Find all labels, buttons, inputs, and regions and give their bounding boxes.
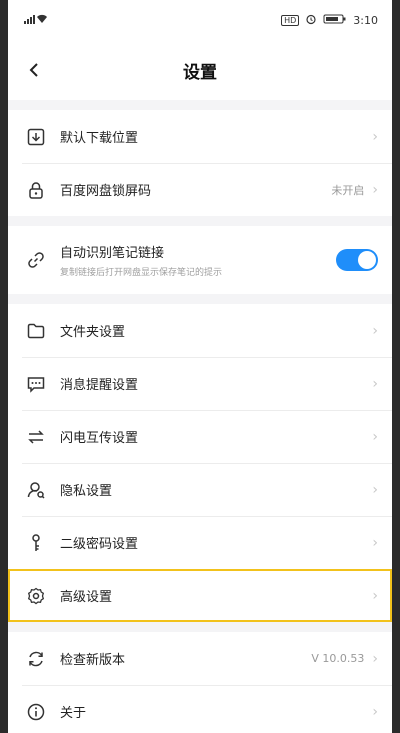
setting-label: 自动识别笔记链接 [60, 246, 165, 261]
setting-row-auto-note-link: 自动识别笔记链接 复制链接后打开网盘显示保存笔记的提示 [8, 226, 392, 294]
signal-wifi-icon [22, 13, 62, 28]
setting-label: 闪电互传设置 [60, 431, 139, 446]
setting-label: 二级密码设置 [60, 537, 139, 552]
settings-group-about: 检查新版本 V 10.0.53 › 关于 › [8, 632, 392, 733]
setting-label: 高级设置 [60, 590, 113, 605]
setting-label: 检查新版本 [60, 653, 126, 668]
alarm-icon [305, 13, 317, 28]
chevron-right-icon: › [372, 703, 378, 720]
chevron-right-icon: › [372, 128, 378, 145]
battery-icon [323, 13, 347, 28]
status-bar-left [22, 13, 62, 28]
nav-bar: 设置 [8, 40, 392, 100]
chevron-right-icon: › [372, 587, 378, 604]
setting-row-check-update[interactable]: 检查新版本 V 10.0.53 › [8, 632, 392, 685]
settings-group-notes: 自动识别笔记链接 复制链接后打开网盘显示保存笔记的提示 [8, 226, 392, 294]
chevron-right-icon: › [372, 428, 378, 445]
version-value: V 10.0.53 [311, 652, 365, 665]
page-title: 设置 [183, 62, 217, 83]
setting-label: 默认下载位置 [60, 131, 139, 146]
hd-badge: HD [281, 14, 300, 26]
setting-row-secondary-password[interactable]: 二级密码设置 › [8, 516, 392, 569]
setting-row-privacy[interactable]: 隐私设置 › [8, 463, 392, 516]
gear-icon [26, 586, 46, 606]
setting-row-advanced[interactable]: 高级设置 › [8, 569, 392, 622]
settings-group-storage: 默认下载位置 › 百度网盘锁屏码 未开启 › [8, 110, 392, 216]
key-icon [26, 533, 46, 553]
setting-label: 文件夹设置 [60, 325, 126, 340]
setting-row-message[interactable]: 消息提醒设置 › [8, 357, 392, 410]
chevron-right-icon: › [372, 481, 378, 498]
setting-row-folder[interactable]: 文件夹设置 › [8, 304, 392, 357]
setting-row-about[interactable]: 关于 › [8, 685, 392, 733]
refresh-icon [26, 649, 46, 669]
setting-row-lock-code[interactable]: 百度网盘锁屏码 未开启 › [8, 163, 392, 216]
chevron-right-icon: › [372, 322, 378, 339]
status-time: 3:10 [353, 13, 378, 27]
chevron-left-icon [29, 63, 38, 77]
setting-sublabel: 复制链接后打开网盘显示保存笔记的提示 [60, 268, 223, 278]
link-icon [26, 250, 46, 270]
download-icon [26, 127, 46, 147]
setting-label: 隐私设置 [60, 484, 113, 499]
setting-label: 消息提醒设置 [60, 378, 139, 393]
chevron-right-icon: › [372, 375, 378, 392]
toggle-knob [358, 251, 376, 269]
auto-note-link-toggle[interactable] [336, 249, 378, 271]
chevron-right-icon: › [372, 181, 378, 198]
back-button[interactable] [18, 54, 50, 86]
privacy-icon [26, 480, 46, 500]
chevron-right-icon: › [372, 534, 378, 551]
status-bar: HD 3:10 [8, 0, 392, 40]
lock-icon [26, 180, 46, 200]
status-bar-right: HD 3:10 [281, 13, 378, 28]
phone-screen: HD 3:10 设置 默认下载位置 › 百度网盘锁屏码 未开启 › 自动识别笔记… [8, 0, 392, 733]
setting-label: 关于 [60, 706, 87, 721]
setting-label: 百度网盘锁屏码 [60, 184, 152, 199]
settings-group-general: 文件夹设置 › 消息提醒设置 › 闪电互传设置 › 隐私设置 › 二级密码设置 … [8, 304, 392, 622]
setting-row-transfer[interactable]: 闪电互传设置 › [8, 410, 392, 463]
setting-value: 未开启 [331, 183, 365, 197]
folder-icon [26, 321, 46, 341]
setting-row-download-location[interactable]: 默认下载位置 › [8, 110, 392, 163]
chevron-right-icon: › [372, 650, 378, 667]
transfer-icon [26, 427, 46, 447]
message-icon [26, 374, 46, 394]
info-icon [26, 702, 46, 722]
